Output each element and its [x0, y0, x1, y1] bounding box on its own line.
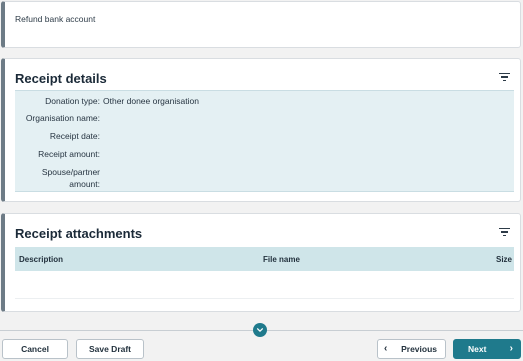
save-draft-button[interactable]: Save Draft: [76, 339, 144, 359]
column-header-size[interactable]: Size: [496, 255, 512, 264]
attachments-table-header: Description File name Size: [15, 247, 514, 271]
receipt-attachments-title: Receipt attachments: [15, 226, 143, 241]
next-button[interactable]: Next ›: [453, 339, 521, 359]
column-header-file-name[interactable]: File name: [263, 255, 300, 264]
column-header-description[interactable]: Description: [19, 255, 63, 264]
detail-value: Other donee organisation: [103, 96, 199, 106]
previous-label: Previous: [401, 344, 437, 354]
receipt-details-card: Receipt details Donation type: Other don…: [1, 58, 521, 202]
detail-label: Receipt date:: [49, 131, 100, 141]
detail-label-line2: amount:: [69, 179, 100, 189]
chevron-right-icon: ›: [509, 343, 513, 354]
filter-icon[interactable]: [499, 73, 510, 82]
table-divider: [15, 298, 514, 299]
filter-icon[interactable]: [499, 228, 510, 237]
page: Refund bank account Receipt details Dona…: [0, 0, 523, 361]
refund-bank-account-card: Refund bank account: [1, 1, 521, 48]
receipt-details-title: Receipt details: [15, 71, 107, 86]
detail-label: Receipt amount:: [38, 149, 100, 159]
next-label: Next: [468, 344, 487, 354]
chevron-left-icon: ‹: [384, 343, 388, 354]
previous-button[interactable]: ‹ Previous: [377, 339, 446, 359]
detail-label-line1: Spouse/partner: [41, 167, 100, 177]
cancel-button[interactable]: Cancel: [2, 339, 68, 359]
refund-bank-account-label: Refund bank account: [15, 14, 96, 24]
chevron-down-icon[interactable]: [253, 323, 267, 337]
receipt-details-panel: Donation type: Other donee organisation …: [15, 90, 514, 192]
detail-label: Organisation name:: [25, 113, 100, 123]
receipt-attachments-card: Receipt attachments Description File nam…: [1, 213, 521, 312]
detail-label: Donation type:: [45, 96, 100, 106]
